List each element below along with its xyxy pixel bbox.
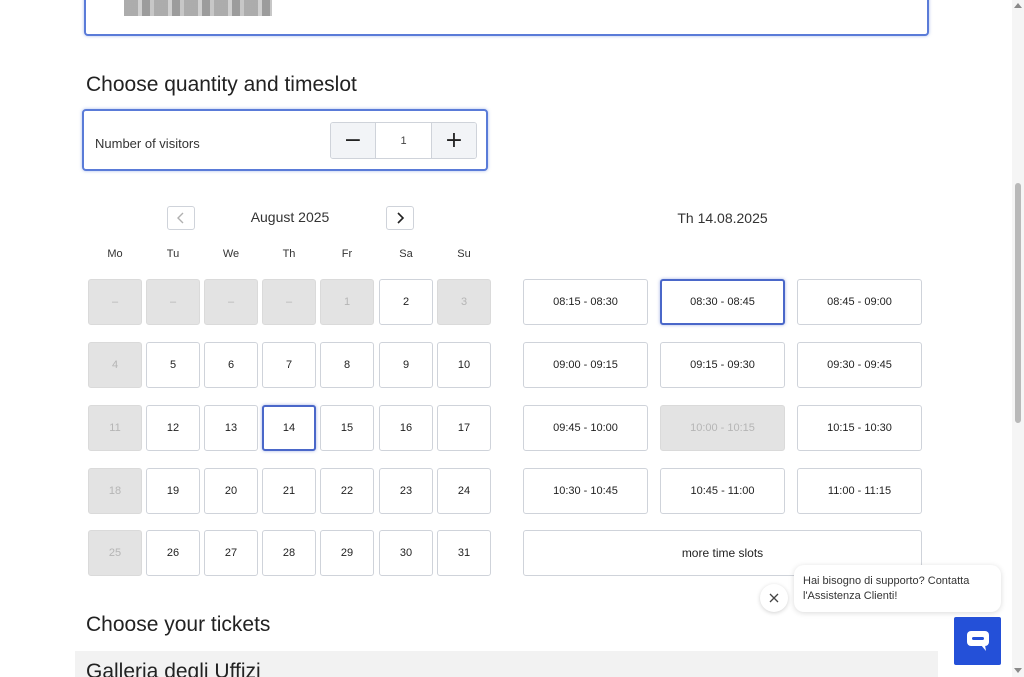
calendar-day[interactable]: 10 [437,342,491,388]
timeslot-button: 10:00 - 10:15 [660,405,785,451]
next-month-button[interactable] [386,206,414,230]
calendar-day: – [146,279,200,325]
timeslot-button[interactable]: 09:45 - 10:00 [523,405,648,451]
chevron-left-icon [177,212,184,224]
calendar-day[interactable]: 17 [437,405,491,451]
section-title-tickets: Choose your tickets [86,613,271,636]
calendar-day[interactable]: 22 [320,468,374,514]
calendar-day[interactable]: 21 [262,468,316,514]
timeslot-button-selected[interactable]: 08:30 - 08:45 [660,279,785,325]
quantity-stepper: − 1 + [330,122,477,159]
calendar-day[interactable]: 27 [204,530,258,576]
calendar-day: 18 [88,468,142,514]
timeslot-button[interactable]: 09:15 - 09:30 [660,342,785,388]
calendar-day[interactable]: 28 [262,530,316,576]
timeslot-button[interactable]: 10:45 - 11:00 [660,468,785,514]
timeslot-button[interactable]: 08:15 - 08:30 [523,279,648,325]
weekday-label: Th [282,248,296,260]
section-title-quantity-timeslot: Choose quantity and timeslot [86,73,357,96]
calendar-day: 1 [320,279,374,325]
increment-button[interactable]: + [432,123,476,158]
calendar-day[interactable]: 19 [146,468,200,514]
calendar-day: 11 [88,405,142,451]
prev-month-button[interactable] [167,206,195,230]
timeslot-button[interactable]: 08:45 - 09:00 [797,279,922,325]
scroll-down-icon[interactable] [1014,668,1022,673]
calendar-day[interactable]: 6 [204,342,258,388]
calendar-day[interactable]: 16 [379,405,433,451]
product-card [84,0,929,36]
ticket-group: Galleria degli Uffizi [75,651,938,677]
timeslot-button[interactable]: 10:15 - 10:30 [797,405,922,451]
calendar-day[interactable]: 26 [146,530,200,576]
visitors-label: Number of visitors [95,136,200,151]
chat-message[interactable]: Hai bisogno di supporto? Contatta l'Assi… [794,565,1001,612]
calendar-day[interactable]: 5 [146,342,200,388]
calendar-day[interactable]: 7 [262,342,316,388]
close-icon [769,593,779,603]
calendar-day[interactable]: 30 [379,530,433,576]
timeslot-button[interactable]: 11:00 - 11:15 [797,468,922,514]
calendar-day[interactable]: 23 [379,468,433,514]
chat-bubble-icon [966,631,989,651]
month-label: August 2025 [250,209,330,225]
calendar-day: 3 [437,279,491,325]
timeslot-button[interactable]: 09:00 - 09:15 [523,342,648,388]
calendar-day-selected[interactable]: 14 [262,405,316,451]
timeslot-button[interactable]: 10:30 - 10:45 [523,468,648,514]
calendar-day[interactable]: 8 [320,342,374,388]
visitors-selector: Number of visitors − 1 + [82,109,488,171]
weekday-label: Sa [399,248,413,260]
scroll-up-icon[interactable] [1014,3,1022,8]
visitors-count[interactable]: 1 [375,123,432,158]
timeslot-button[interactable]: 09:30 - 09:45 [797,342,922,388]
calendar-day[interactable]: 13 [204,405,258,451]
weekday-label: Mo [107,248,123,260]
ticket-group-title: Galleria degli Uffizi [86,660,261,677]
calendar-day: 4 [88,342,142,388]
calendar-day: – [88,279,142,325]
calendar-day[interactable]: 15 [320,405,374,451]
calendar-day[interactable]: 2 [379,279,433,325]
product-thumbnail [124,0,272,16]
calendar-day: – [262,279,316,325]
calendar-day: 25 [88,530,142,576]
calendar-day[interactable]: 12 [146,405,200,451]
calendar-day[interactable]: 24 [437,468,491,514]
chat-launcher-button[interactable] [954,617,1001,665]
weekday-label: We [222,248,240,260]
scrollbar[interactable] [1012,0,1024,677]
calendar-day[interactable]: 29 [320,530,374,576]
weekday-label: Su [457,248,471,260]
chevron-right-icon [397,212,405,224]
decrement-button[interactable]: − [331,123,375,158]
weekday-label: Fr [341,248,353,260]
weekday-label: Tu [166,248,180,260]
close-chat-button[interactable] [760,584,788,612]
calendar-day[interactable]: 20 [204,468,258,514]
calendar-day[interactable]: 31 [437,530,491,576]
calendar-day[interactable]: 9 [379,342,433,388]
scrollbar-thumb[interactable] [1015,183,1021,423]
selected-date-label: Th 14.08.2025 [677,210,768,226]
calendar-day: – [204,279,258,325]
